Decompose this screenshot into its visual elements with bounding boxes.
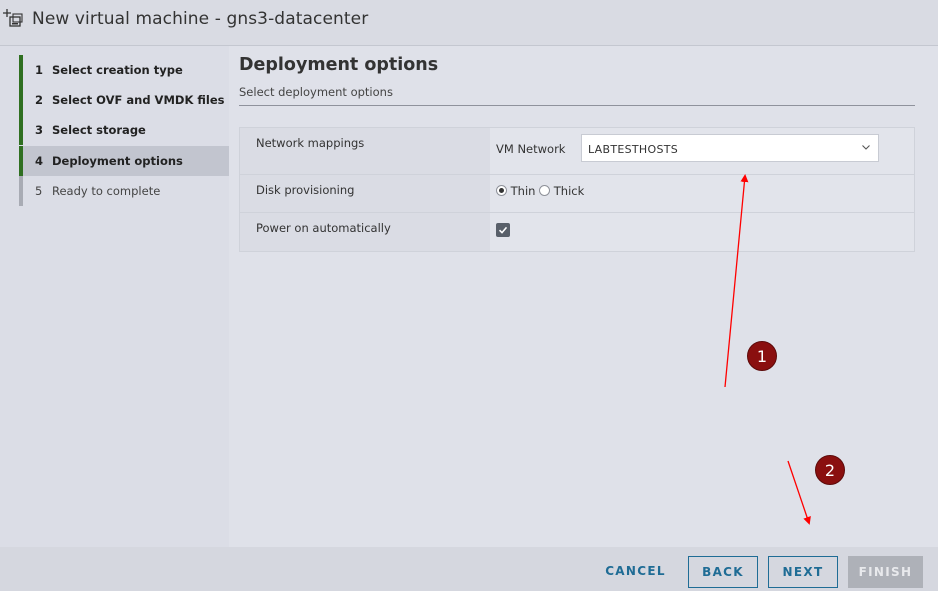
vm-network-label: VM Network: [496, 142, 566, 156]
thin-radio[interactable]: [496, 185, 507, 196]
disk-provisioning-label: Disk provisioning: [256, 183, 355, 197]
title-bar: New virtual machine - gns3-datacenter: [0, 0, 938, 46]
step-indicator: [19, 115, 23, 145]
row-value-cell: [490, 213, 914, 251]
step-number: 2: [35, 93, 44, 107]
step-select-storage[interactable]: 3 Select storage: [19, 115, 229, 145]
thin-label[interactable]: Thin: [511, 184, 536, 198]
step-indicator: [19, 146, 23, 176]
checkmark-icon: [498, 226, 508, 234]
row-label-cell: Disk provisioning: [240, 175, 490, 212]
thick-label[interactable]: Thick: [554, 184, 585, 198]
disk-provisioning-radios: Thin Thick: [496, 184, 584, 198]
step-label: Select OVF and VMDK files: [52, 93, 225, 107]
back-button[interactable]: BACK: [688, 556, 758, 588]
step-label: Deployment options: [52, 154, 183, 168]
step-label: Select storage: [52, 123, 146, 137]
step-deployment-options[interactable]: 4 Deployment options: [19, 146, 229, 176]
divider: [239, 105, 915, 106]
next-button[interactable]: NEXT: [768, 556, 838, 588]
row-label-cell: Network mappings: [240, 128, 490, 174]
finish-button: FINISH: [848, 556, 923, 588]
step-label: Ready to complete: [52, 184, 161, 198]
disk-provisioning-row: Disk provisioning Thin Thick: [240, 175, 914, 213]
wizard-footer: CANCEL BACK NEXT FINISH: [0, 547, 938, 591]
power-on-label: Power on automatically: [256, 221, 391, 235]
row-value-cell: Thin Thick: [490, 175, 914, 212]
cancel-button[interactable]: CANCEL: [595, 556, 676, 588]
wizard-steps: 1 Select creation type 2 Select OVF and …: [0, 46, 229, 547]
step-indicator: [19, 55, 23, 85]
step-number: 4: [35, 154, 44, 168]
new-vm-icon: [3, 9, 23, 27]
step-select-creation-type[interactable]: 1 Select creation type: [19, 55, 229, 85]
step-ready-to-complete: 5 Ready to complete: [19, 176, 229, 206]
window-title: New virtual machine - gns3-datacenter: [32, 9, 369, 29]
step-indicator: [19, 176, 23, 206]
step-number: 5: [35, 184, 43, 198]
step-indicator: [19, 85, 23, 115]
network-mappings-row: Network mappings VM Network LABTESTHOSTS: [240, 128, 914, 175]
options-grid: Network mappings VM Network LABTESTHOSTS…: [239, 127, 915, 252]
step-number: 1: [35, 63, 44, 77]
power-on-row: Power on automatically: [240, 213, 914, 251]
step-number: 3: [35, 123, 44, 137]
thick-radio[interactable]: [539, 185, 551, 196]
annotation-badge-2: 2: [815, 455, 845, 485]
chevron-down-icon: [862, 145, 870, 150]
annotation-badge-1: 1: [747, 341, 777, 371]
network-mappings-label: Network mappings: [256, 136, 365, 150]
page-title: Deployment options: [239, 55, 439, 75]
step-label: Select creation type: [52, 63, 183, 77]
network-selected-value: LABTESTHOSTS: [588, 143, 679, 156]
row-value-cell: VM Network LABTESTHOSTS: [490, 128, 914, 174]
network-select[interactable]: LABTESTHOSTS: [581, 134, 879, 162]
page-subtitle: Select deployment options: [239, 85, 393, 99]
step-select-ovf-vmdk[interactable]: 2 Select OVF and VMDK files: [19, 85, 229, 115]
row-label-cell: Power on automatically: [240, 213, 490, 251]
power-on-checkbox[interactable]: [496, 223, 510, 237]
